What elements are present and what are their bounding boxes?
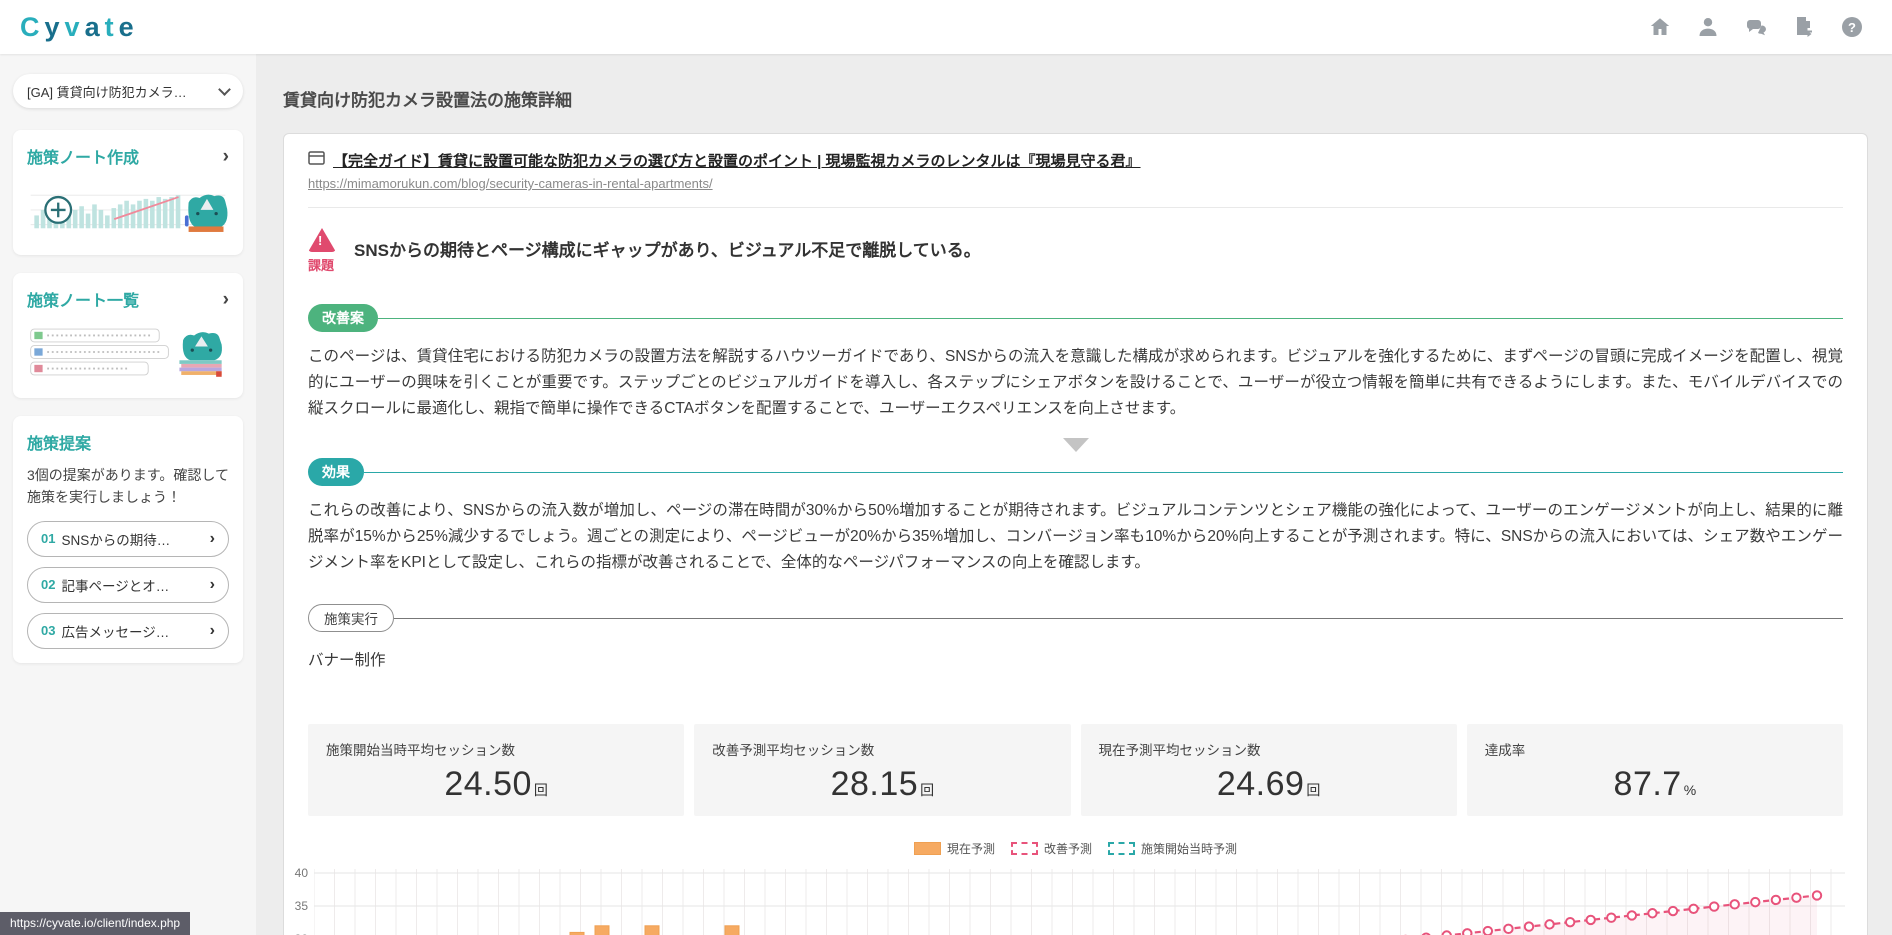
stat-card-start-sessions: 施策開始当時平均セッション数 24.50 回 (308, 724, 685, 816)
warning-icon (308, 228, 336, 252)
article-title-link[interactable]: 【完全ガイド】賃貸に設置可能な防犯カメラの選び方と設置のポイント | 現場監視カ… (333, 150, 1141, 171)
stat-value: 87.7 (1613, 765, 1682, 803)
proposal-button-1[interactable]: 01 SNSからの期待… › (27, 520, 229, 557)
stat-card-achievement-rate: 達成率 87.7% (1466, 724, 1843, 816)
home-icon[interactable] (1648, 15, 1672, 39)
chat-icon[interactable] (1744, 15, 1768, 39)
proposals-title: 施策提案 (27, 436, 92, 453)
legend-swatch-dashed-teal (1108, 842, 1135, 855)
detail-card: 【完全ガイド】賃貸に設置可能な防犯カメラの選び方と設置のポイント | 現場監視カ… (283, 133, 1868, 935)
effect-body: これらの改善により、SNSからの流入数が増加し、ページの滞在時間が30%から50… (308, 502, 1843, 571)
issue-headline: SNSからの期待とページ構成にギャップがあり、ビジュアル不足で離脱している。 (354, 241, 981, 260)
note-create-card[interactable]: 施策ノート作成 › (13, 130, 243, 255)
stat-card-improved-sessions: 改善予測平均セッション数 28.15 回 (694, 724, 1071, 816)
issue-section: 課題 SNSからの期待とページ構成にギャップがあり、ビジュアル不足で離脱している… (308, 228, 1843, 274)
stat-value: 28.15 (830, 765, 919, 803)
stats-row: 施策開始当時平均セッション数 24.50 回 改善予測平均セッション数 28.15… (308, 724, 1843, 816)
proposal-button-3[interactable]: 03 広告メッセージ… › (27, 612, 229, 649)
note-create-illustration (30, 194, 228, 232)
svg-text:?: ? (1848, 20, 1856, 35)
header-icons: ? (1648, 15, 1864, 39)
legend-swatch-bar (913, 842, 941, 855)
note-list-illustration (30, 328, 222, 377)
note-create-title: 施策ノート作成 (27, 150, 140, 167)
issue-label: 課題 (308, 258, 335, 273)
project-selector-value: [GA] 賃貸向け防犯カメラ… (27, 84, 187, 100)
effect-section: 効果 これらの改善により、SNSからの流入数が増加し、ページの滞在時間が30%か… (308, 458, 1843, 576)
legend-item-current[interactable]: 現在予測 (913, 840, 995, 857)
sessions-chart: 現在予測 改善予測 施策開始当時予測 40353025 (295, 840, 1845, 935)
legend-item-start[interactable]: 施策開始当時予測 (1108, 840, 1237, 857)
legend-item-improved[interactable]: 改善予測 (1010, 840, 1092, 857)
rhino-mascot (179, 332, 222, 377)
stat-card-current-sessions: 現在予測平均セッション数 24.69 回 (1080, 724, 1457, 816)
help-icon[interactable]: ? (1840, 15, 1864, 39)
divider (364, 471, 1843, 473)
page-title: 賃貸向け防犯カメラ設置法の施策詳細 (283, 91, 572, 110)
improvement-section: 改善案 このページは、賃貸住宅における防犯カメラの設置方法を解説するハウツーガイ… (308, 304, 1843, 422)
rhino-mascot (184, 194, 228, 232)
main-content: 賃貸向け防犯カメラ設置法の施策詳細 【完全ガイド】賃貸に設置可能な防犯カメラの選… (256, 54, 1892, 935)
cyvate-logo[interactable]: Cyvate (20, 12, 139, 43)
execution-section: 施策実行 バナー制作 (308, 604, 1843, 674)
effect-badge: 効果 (308, 458, 364, 486)
divider (394, 617, 1843, 619)
execution-body: バナー制作 (308, 652, 386, 669)
stat-value: 24.69 (1216, 765, 1305, 803)
chevron-right-icon: › (209, 575, 215, 593)
improvement-body: このページは、賃貸住宅における防犯カメラの設置方法を解説するハウツーガイドであり… (308, 348, 1843, 417)
chevron-right-icon: › (209, 621, 215, 639)
chevron-right-icon: › (222, 288, 229, 310)
note-list-card[interactable]: 施策ノート一覧 › (13, 273, 243, 398)
chevron-down-icon (218, 82, 231, 96)
proposals-card: 施策提案 3個の提案があります。確認して施策を実行しましょう！ 01 SNSから… (13, 416, 243, 663)
app-header: Cyvate ? (0, 0, 1892, 54)
chevron-right-icon: › (209, 529, 215, 547)
article-icon (308, 151, 325, 170)
chart-plot-area (314, 869, 1845, 935)
legend-swatch-dashed-pink (1010, 842, 1038, 855)
project-selector-dropdown[interactable]: [GA] 賃貸向け防犯カメラ… (13, 74, 243, 108)
chart-legend: 現在予測 改善予測 施策開始当時予測 (308, 840, 1843, 857)
user-icon[interactable] (1696, 15, 1720, 39)
divider (308, 207, 1843, 208)
sidebar: [GA] 賃貸向け防犯カメラ… 施策ノート作成 › 施策ノート一覧 › 施策提案… (0, 54, 256, 935)
chevron-right-icon: › (222, 145, 229, 167)
note-list-title: 施策ノート一覧 (27, 293, 140, 310)
proposal-button-2[interactable]: 02 記事ページとオ… › (27, 566, 229, 603)
divider (378, 317, 1843, 319)
execution-badge: 施策実行 (308, 604, 394, 632)
proposals-description: 3個の提案があります。確認して施策を実行しましょう！ (27, 467, 229, 506)
export-icon[interactable] (1792, 15, 1816, 39)
stat-value: 24.50 (444, 765, 532, 803)
article-url-link[interactable]: https://mimamorukun.com/blog/security-ca… (308, 176, 713, 191)
improvement-badge: 改善案 (308, 304, 378, 332)
link-status-tooltip: https://cyvate.io/client/index.php (0, 912, 191, 935)
triangle-down-icon (1062, 438, 1089, 452)
